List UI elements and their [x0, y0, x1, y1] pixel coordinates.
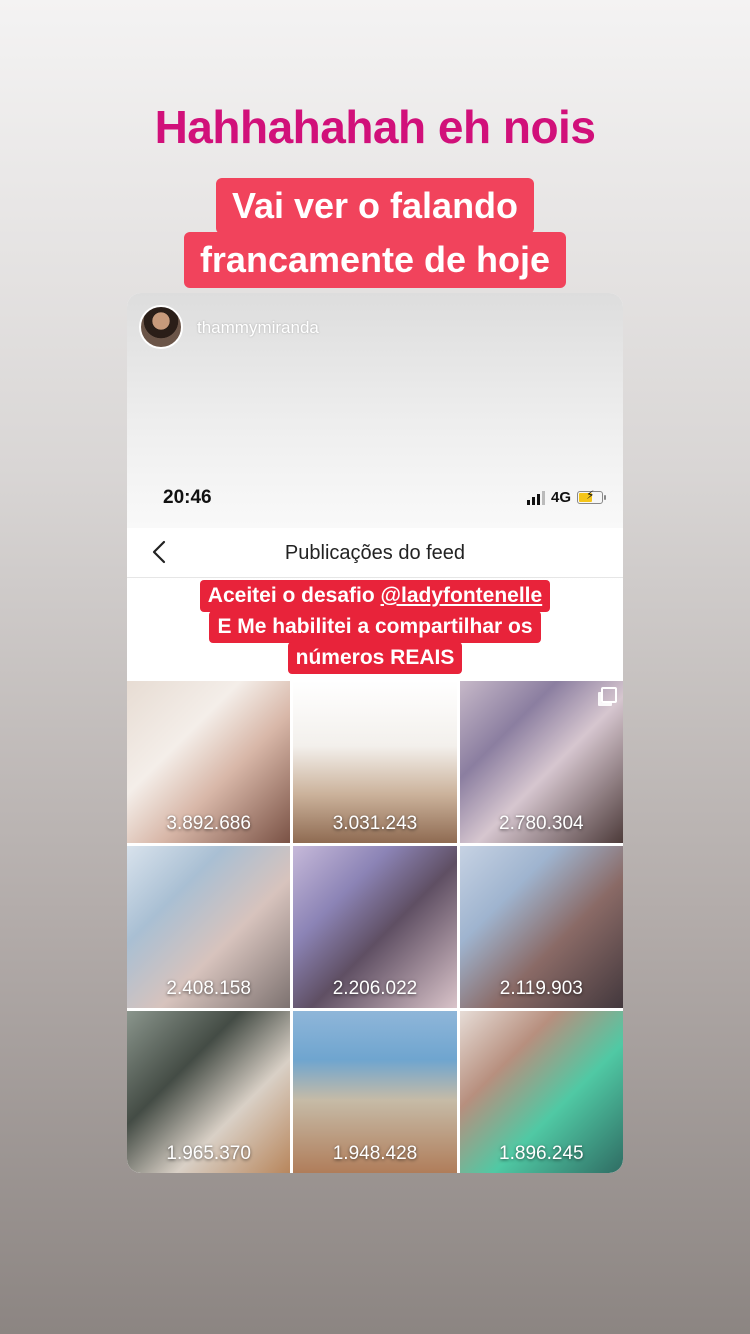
story-headline: Hahhahahah eh nois: [154, 101, 596, 153]
mention-link[interactable]: @ladyfontenelle: [381, 584, 543, 607]
like-count: 1.965.370: [166, 1143, 251, 1164]
network-label: 4G: [550, 489, 571, 506]
like-count: 1.948.428: [332, 1143, 418, 1164]
story-caption: Vai ver o falando francamente de hoje: [0, 178, 750, 288]
grid-tile[interactable]: 1.948.428: [293, 1011, 457, 1173]
like-count: 2.206.022: [332, 978, 418, 999]
grid-tile[interactable]: 2.206.022: [293, 846, 457, 1008]
grid-tile[interactable]: 2.780.304: [459, 681, 623, 843]
nav-bar: Publicações do feed: [127, 528, 623, 578]
like-count: 2.119.903: [499, 978, 583, 999]
posts-grid: 3.892.686 3.031.243 2.780.304 2.408.158 …: [127, 681, 623, 1173]
avatar[interactable]: [139, 305, 183, 349]
signal-bars-icon: [526, 490, 545, 505]
grid-tile[interactable]: 1.965.370: [127, 1011, 291, 1173]
carousel-icon: [600, 687, 617, 703]
like-count: 3.892.686: [166, 813, 251, 834]
overlay-caption-line-3: números REAIS: [287, 642, 463, 674]
overlay-caption-line-2: E Me habilitei a compartilhar os: [209, 611, 541, 643]
overlay-caption-line-1: Aceitei o desafio @ladyfontenelle: [199, 580, 551, 612]
like-count: 3.031.243: [332, 813, 418, 834]
story-caption-line-2: francamente de hoje: [183, 232, 567, 288]
overlay-caption: Aceitei o desafio @ladyfontenelle E Me h…: [127, 580, 623, 674]
nav-title: Publicações do feed: [284, 542, 466, 564]
like-count: 2.408.158: [166, 978, 251, 999]
grid-tile[interactable]: 2.408.158: [127, 846, 291, 1008]
status-right: 4G ⚡: [526, 489, 606, 506]
grid-tile[interactable]: 3.031.243: [293, 681, 457, 843]
grid-tile[interactable]: 3.892.686: [127, 681, 291, 843]
status-time: 20:46: [163, 487, 212, 508]
grid-tile[interactable]: 2.119.903: [459, 846, 623, 1008]
grid-tile[interactable]: 1.896.245: [459, 1011, 623, 1173]
battery-charging-icon: ⚡: [577, 489, 606, 504]
username[interactable]: thammymiranda: [197, 318, 319, 338]
story-caption-line-1: Vai ver o falando: [215, 178, 535, 234]
like-count: 2.780.304: [499, 813, 584, 834]
like-count: 1.896.245: [499, 1143, 584, 1164]
shared-post-card[interactable]: thammymiranda 20:46 4G ⚡ Publicações do …: [127, 293, 623, 1173]
